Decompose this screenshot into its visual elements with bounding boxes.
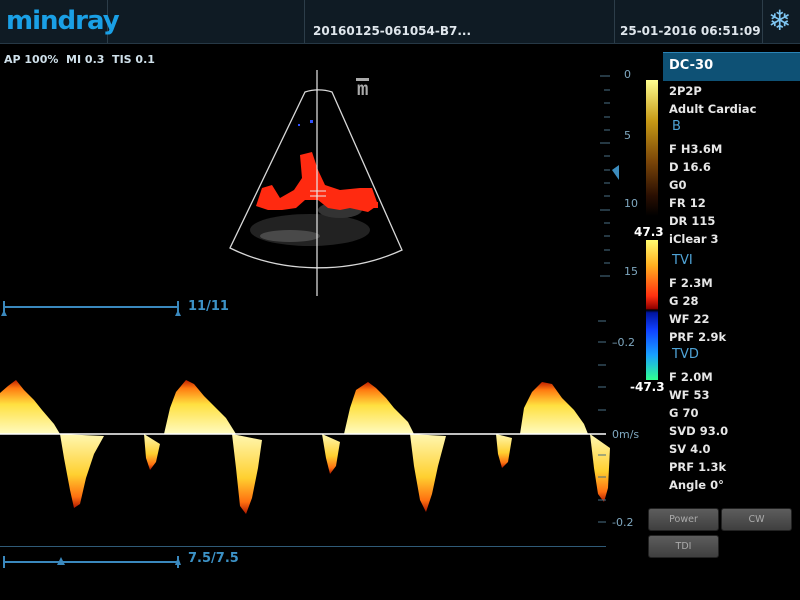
parameter-item: D 16.6: [669, 160, 711, 174]
depth-label-10: 10: [624, 197, 638, 210]
orientation-mark: m: [356, 78, 370, 101]
parameter-item: PRF 2.9k: [669, 330, 727, 344]
cw-button[interactable]: CW: [721, 508, 792, 531]
b-frame-counter: 11/11: [188, 299, 229, 314]
b-cine-slider[interactable]: [0, 298, 185, 320]
parameter-item: F 2.0M: [669, 370, 713, 384]
velocity-label-bottom: -0.2: [612, 516, 634, 529]
parameter-item: FR 12: [669, 196, 706, 210]
parameter-item: F 2.3M: [669, 276, 713, 290]
parameter-item: G 28: [669, 294, 699, 308]
date-time: 25-01-2016 06:51:09: [620, 24, 761, 38]
spectrum-negative: [60, 434, 610, 514]
mode-section-header: TVD: [672, 347, 699, 362]
depth-label-5: 5: [624, 129, 631, 142]
tissue-echo: [250, 214, 370, 246]
parameter-item: WF 53: [669, 388, 710, 402]
color-scale-min: -47.3: [630, 380, 665, 394]
depth-label-0: 0: [624, 68, 631, 81]
parameter-item: G0: [669, 178, 687, 192]
depth-scale: [600, 75, 619, 277]
doppler-frame-counter: 7.5/7.5: [188, 551, 239, 566]
probe-name: DC-30: [669, 58, 714, 73]
parameter-item: Angle 0°: [669, 478, 724, 492]
spectrum-positive: [0, 380, 588, 434]
time-axis: [0, 534, 606, 547]
parameter-item: Adult Cardiac: [669, 102, 757, 116]
parameter-item: F H3.6M: [669, 142, 723, 156]
parameter-item: SV 4.0: [669, 442, 711, 456]
tdi-button[interactable]: TDI: [648, 535, 719, 558]
parameter-item: PRF 1.3k: [669, 460, 727, 474]
velocity-scale: [598, 320, 606, 523]
tissue-echo: [260, 230, 320, 242]
power-button[interactable]: Power: [648, 508, 719, 531]
color-scale-max: 47.3: [634, 225, 664, 239]
focus-marker: [612, 165, 619, 180]
parameter-item: 2P2P: [669, 84, 702, 98]
mode-section-header: TVI: [672, 253, 693, 268]
parameter-item: SVD 93.0: [669, 424, 729, 438]
parameter-item: DR 115: [669, 214, 716, 228]
parameter-item: iClear 3: [669, 232, 719, 246]
color-map-bar: [646, 240, 658, 380]
depth-label-15: 15: [624, 265, 638, 278]
doppler-spectrum[interactable]: [0, 318, 612, 550]
probe-title[interactable]: DC-30: [663, 52, 800, 81]
mode-section-header: B: [672, 119, 681, 134]
velocity-label-top: –0.2: [612, 336, 635, 349]
patient-id[interactable]: 20160125-061054-B7...: [313, 24, 471, 38]
velocity-label-zero: 0m/s: [612, 428, 640, 441]
brand-logo: mindray: [6, 6, 120, 36]
hospital-cell: [107, 0, 305, 43]
parameter-item: G 70: [669, 406, 699, 420]
gray-map-bar: [646, 80, 658, 216]
b-mode-sector-image[interactable]: [0, 60, 660, 310]
doppler-cine-slider[interactable]: [0, 549, 185, 571]
snowflake-icon[interactable]: ❄: [768, 4, 791, 37]
parameter-item: WF 22: [669, 312, 710, 326]
